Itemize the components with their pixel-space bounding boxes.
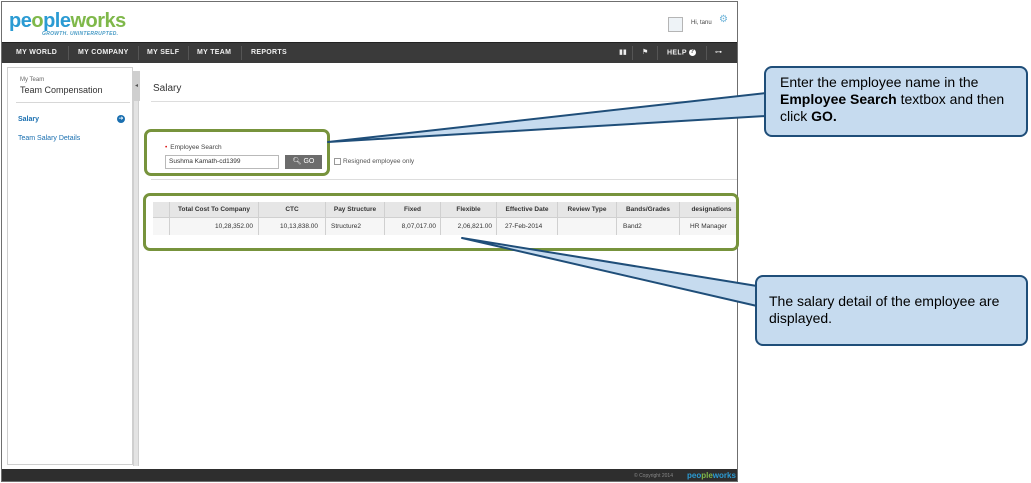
callout-pointer-search [327, 92, 767, 143]
callout-employee-search: Enter the employee name in the Employee … [764, 66, 1028, 137]
callout-pointer-table [461, 237, 758, 307]
callout-salary-detail: The salary detail of the employee are di… [755, 275, 1028, 346]
